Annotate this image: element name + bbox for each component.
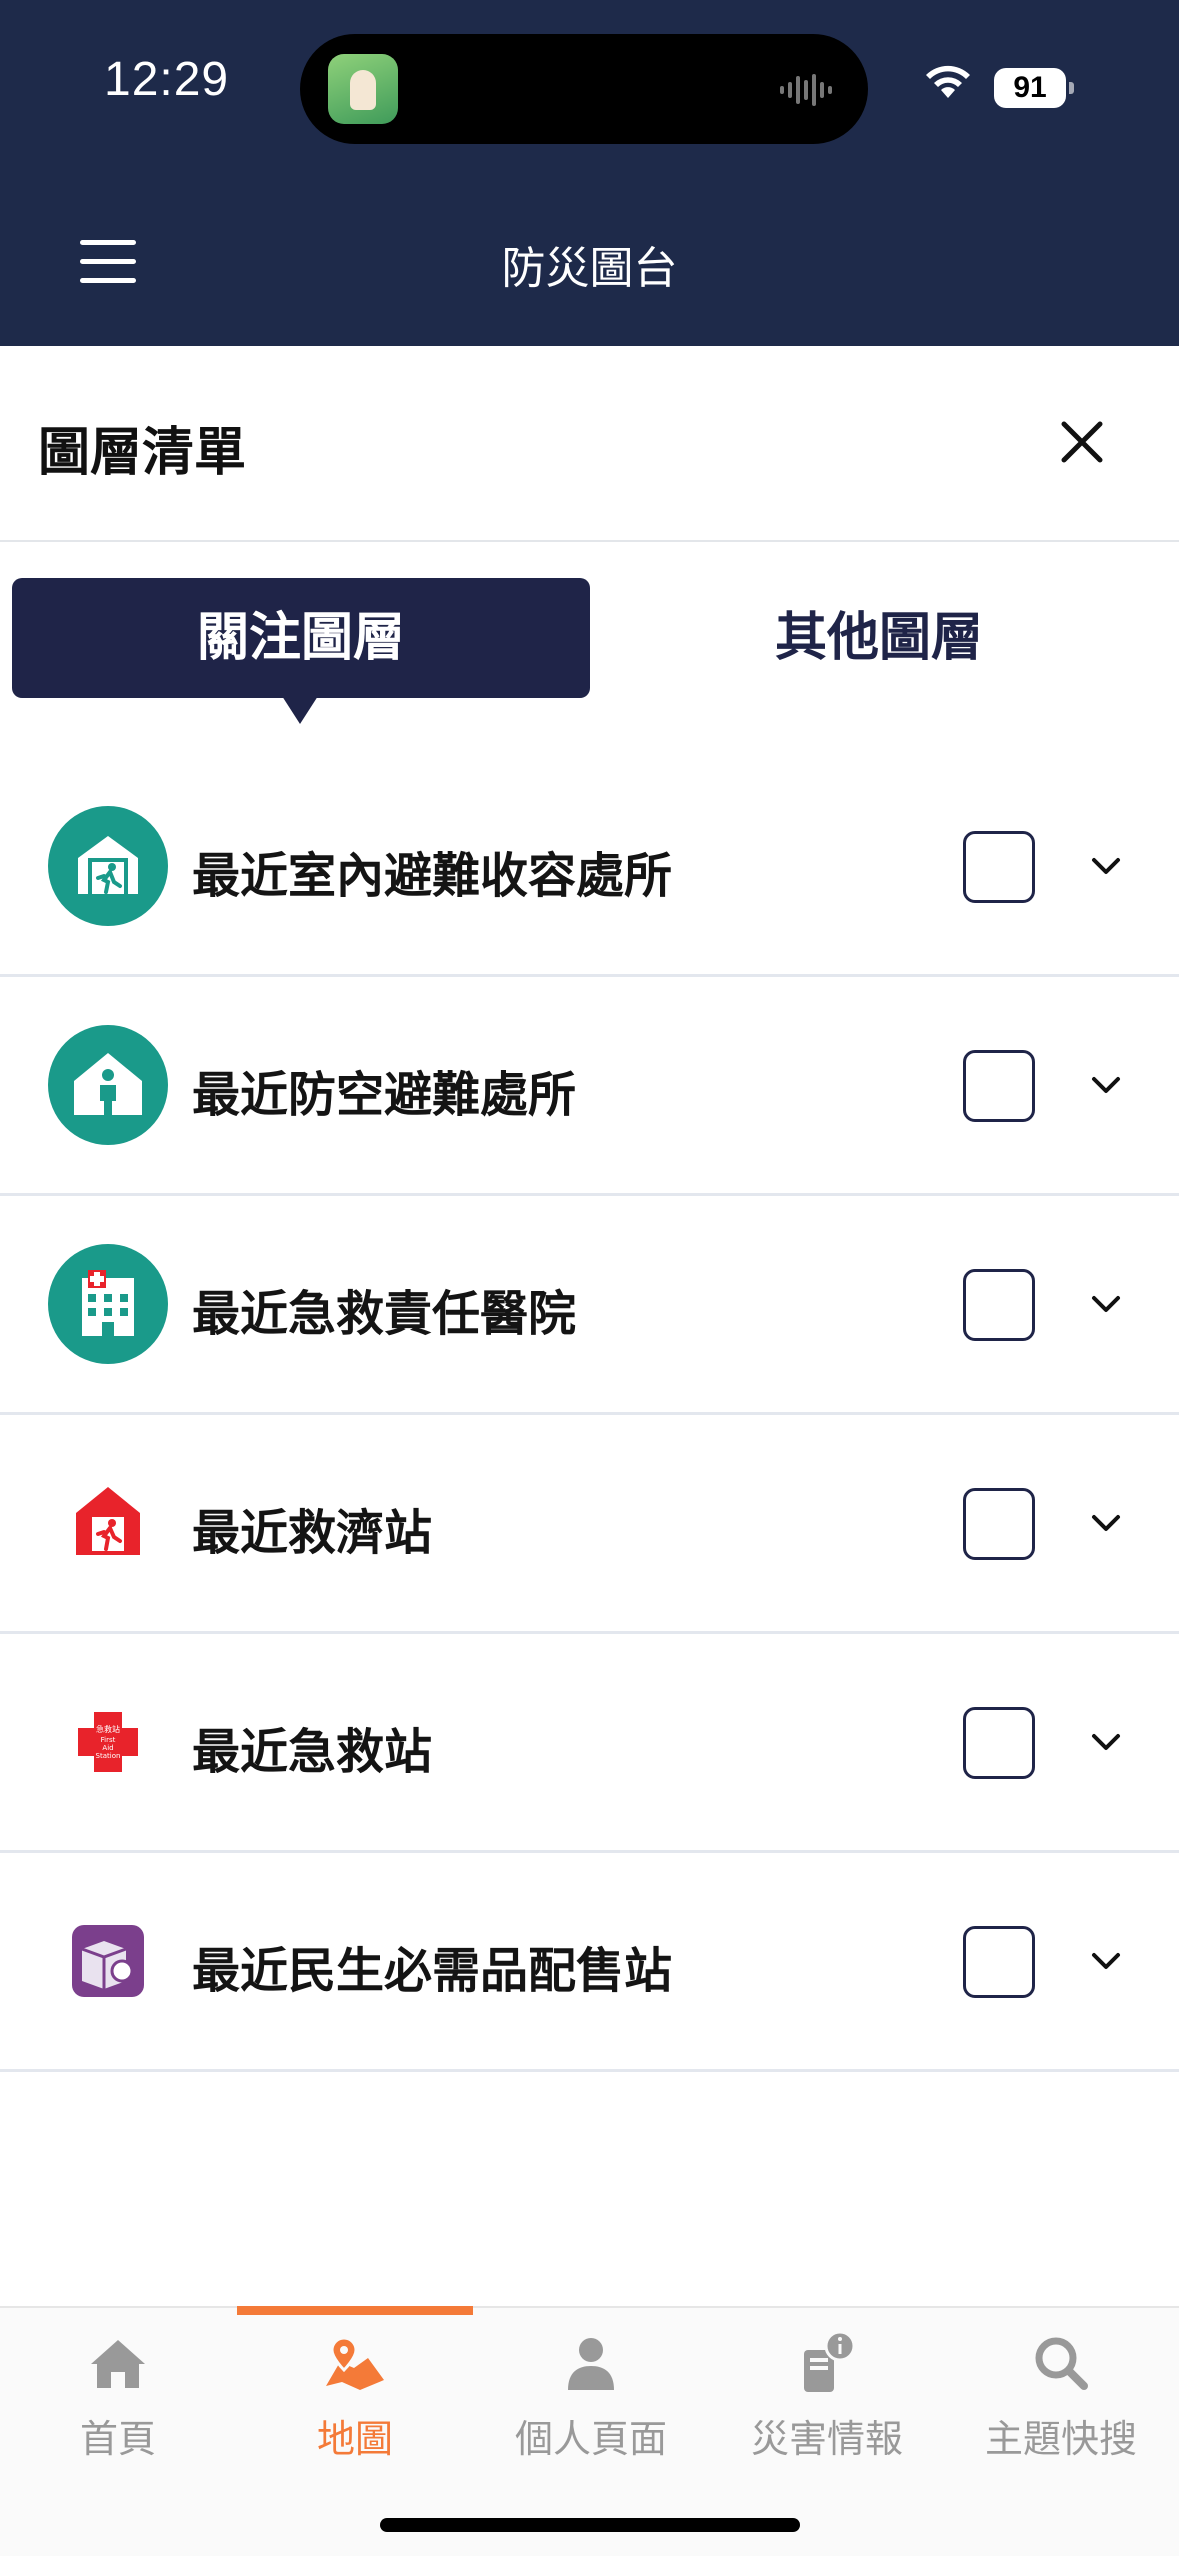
layer-checkbox[interactable] [963, 1926, 1035, 1998]
nav-home[interactable]: 首頁 [0, 2328, 236, 2478]
dynamic-island [300, 34, 868, 144]
nav-label: 個人頁面 [514, 2417, 667, 2461]
layer-label: 最近急救站 [192, 1724, 433, 1780]
nav-label: 地圖 [316, 2417, 393, 2461]
air-raid-shelter-icon [48, 1025, 168, 1145]
chevron-down-icon[interactable] [1088, 1288, 1124, 1320]
search-icon [1035, 2337, 1088, 2390]
layer-row-indoor-shelter[interactable]: 最近室內避難收容處所 [0, 758, 1179, 977]
layer-row-air-raid-shelter[interactable]: 最近防空避難處所 [0, 977, 1179, 1196]
app-thumbnail-icon [328, 54, 398, 124]
alert-info-icon [804, 2330, 856, 2392]
layer-checkbox[interactable] [963, 831, 1035, 903]
indoor-shelter-icon [48, 806, 168, 926]
panel-title: 圖層清單 [38, 423, 247, 483]
battery-indicator: 91 [994, 68, 1074, 108]
layer-label: 最近民生必需品配售站 [192, 1943, 673, 1999]
tab-pointer [282, 696, 318, 724]
map-icon [326, 2336, 384, 2390]
chevron-down-icon[interactable] [1088, 1069, 1124, 1101]
nav-theme-search[interactable]: 主題快搜 [943, 2328, 1179, 2478]
svg-text:急救站: 急救站 [96, 1724, 120, 1734]
nav-disaster-info[interactable]: 災害情報 [709, 2328, 945, 2478]
person-icon [568, 2338, 614, 2390]
nav-label: 首頁 [79, 2417, 156, 2461]
nav-label: 主題快搜 [984, 2417, 1137, 2461]
audio-wave-icon [780, 74, 832, 106]
layer-checkbox[interactable] [963, 1707, 1035, 1779]
header-title: 防災圖台 [501, 243, 678, 294]
layer-row-first-aid-station[interactable]: 急救站 First Aid Station 最近急救站 [0, 1634, 1179, 1853]
chevron-down-icon[interactable] [1088, 850, 1124, 882]
layer-row-hospital[interactable]: 最近急救責任醫院 [0, 1196, 1179, 1415]
layer-label: 最近救濟站 [192, 1505, 433, 1561]
divider [0, 540, 1179, 542]
relief-station-icon [76, 1487, 140, 1555]
layer-checkbox[interactable] [963, 1488, 1035, 1560]
chevron-down-icon[interactable] [1088, 1945, 1124, 1977]
tab-followed-layers[interactable]: 關注圖層 [12, 578, 590, 698]
nav-active-indicator [237, 2306, 473, 2315]
svg-text:Aid: Aid [102, 1744, 113, 1752]
status-time: 12:29 [104, 53, 230, 106]
wifi-icon [926, 65, 970, 98]
svg-text:Station: Station [96, 1752, 121, 1760]
layer-checkbox[interactable] [963, 1050, 1035, 1122]
first-aid-station-icon: 急救站 First Aid Station [78, 1712, 138, 1772]
nav-profile[interactable]: 個人頁面 [473, 2328, 709, 2478]
chevron-down-icon[interactable] [1088, 1507, 1124, 1539]
supplies-station-icon [72, 1925, 144, 1997]
nav-map[interactable]: 地圖 [237, 2328, 473, 2478]
home-icon [91, 2340, 145, 2388]
layer-checkbox[interactable] [963, 1269, 1035, 1341]
layer-label: 最近急救責任醫院 [192, 1286, 577, 1342]
nav-label: 災害情報 [750, 2417, 903, 2461]
layer-row-relief-station[interactable]: 最近救濟站 [0, 1415, 1179, 1634]
tab-other-layers[interactable]: 其他圖層 [590, 578, 1168, 698]
layer-label: 最近防空避難處所 [192, 1067, 577, 1123]
close-icon[interactable] [1060, 420, 1104, 464]
chevron-down-icon[interactable] [1088, 1726, 1124, 1758]
top-bar: 12:29 91 防災圖台 [0, 0, 1179, 346]
layer-row-supplies-station[interactable]: 最近民生必需品配售站 [0, 1853, 1179, 2072]
home-indicator [380, 2518, 800, 2532]
hospital-icon [48, 1244, 168, 1364]
svg-text:First: First [101, 1736, 116, 1744]
layer-label: 最近室內避難收容處所 [192, 848, 673, 904]
